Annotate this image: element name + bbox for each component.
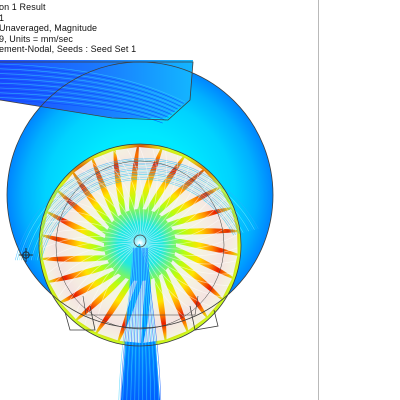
flow-plot: [0, 60, 274, 400]
legend-quantity: Unaveraged, Magnitude: [0, 23, 98, 34]
legend-units: 9, Units = mm/sec: [0, 33, 73, 44]
legend-title: on 1 Result: [0, 2, 46, 12]
legend-seeds: ement-Nodal, Seeds : Seed Set 1: [0, 44, 137, 55]
result-legend-header: on 1 Result 1 Unaveraged, Magnitude 9, U…: [0, 2, 136, 55]
viewport-divider: [318, 0, 319, 400]
results-viewport[interactable]: on 1 Result 1 Unaveraged, Magnitude 9, U…: [0, 0, 400, 400]
legend-step: 1: [0, 12, 5, 23]
